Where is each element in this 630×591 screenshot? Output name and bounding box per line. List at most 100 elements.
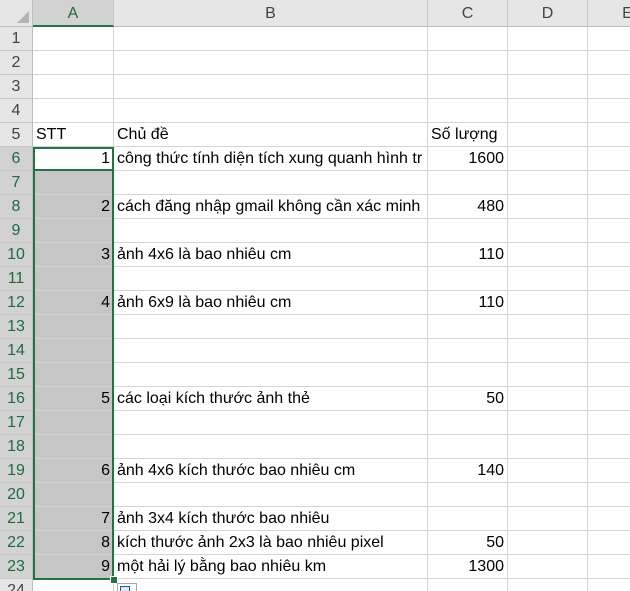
cell-e12[interactable] [588, 291, 630, 315]
cell-a23[interactable]: 9 [33, 555, 114, 579]
cell-c13[interactable] [428, 315, 508, 339]
cell-a20[interactable] [33, 483, 114, 507]
cell-c15[interactable] [428, 363, 508, 387]
cell-e20[interactable] [588, 483, 630, 507]
cell-e14[interactable] [588, 339, 630, 363]
select-all-button[interactable] [0, 0, 33, 27]
cell-c3[interactable] [428, 75, 508, 99]
cell-d16[interactable] [508, 387, 588, 411]
cell-a19[interactable]: 6 [33, 459, 114, 483]
cell-e5[interactable] [588, 123, 630, 147]
cell-e4[interactable] [588, 99, 630, 123]
cell-d12[interactable] [508, 291, 588, 315]
cell-b18[interactable] [114, 435, 428, 459]
cell-b6[interactable]: công thức tính diện tích xung quanh hình… [114, 147, 428, 171]
cell-c5[interactable]: Số lượng [428, 123, 508, 147]
cell-a4[interactable] [33, 99, 114, 123]
cell-d18[interactable] [508, 435, 588, 459]
cell-b14[interactable] [114, 339, 428, 363]
row-header-9[interactable]: 9 [0, 219, 33, 243]
cell-d4[interactable] [508, 99, 588, 123]
cell-c11[interactable] [428, 267, 508, 291]
cell-e21[interactable] [588, 507, 630, 531]
cell-e19[interactable] [588, 459, 630, 483]
cell-c20[interactable] [428, 483, 508, 507]
cell-d15[interactable] [508, 363, 588, 387]
cell-b22[interactable]: kích thước ảnh 2x3 là bao nhiêu pixel [114, 531, 428, 555]
row-header-7[interactable]: 7 [0, 171, 33, 195]
cell-e2[interactable] [588, 51, 630, 75]
row-header-21[interactable]: 21 [0, 507, 33, 531]
cell-e6[interactable] [588, 147, 630, 171]
cell-a21[interactable]: 7 [33, 507, 114, 531]
row-header-19[interactable]: 19 [0, 459, 33, 483]
cell-c10[interactable]: 110 [428, 243, 508, 267]
cell-b17[interactable] [114, 411, 428, 435]
cell-d6[interactable] [508, 147, 588, 171]
cell-b9[interactable] [114, 219, 428, 243]
cell-a18[interactable] [33, 435, 114, 459]
cell-a3[interactable] [33, 75, 114, 99]
cell-b12[interactable]: ảnh 6x9 là bao nhiêu cm [114, 291, 428, 315]
row-header-3[interactable]: 3 [0, 75, 33, 99]
cell-e13[interactable] [588, 315, 630, 339]
cell-a10[interactable]: 3 [33, 243, 114, 267]
cell-e1[interactable] [588, 27, 630, 51]
cell-c16[interactable]: 50 [428, 387, 508, 411]
cell-e23[interactable] [588, 555, 630, 579]
cell-c14[interactable] [428, 339, 508, 363]
cell-d13[interactable] [508, 315, 588, 339]
cell-c1[interactable] [428, 27, 508, 51]
cell-a9[interactable] [33, 219, 114, 243]
cell-c22[interactable]: 50 [428, 531, 508, 555]
cell-c24[interactable] [428, 579, 508, 591]
cell-d2[interactable] [508, 51, 588, 75]
cell-a16[interactable]: 5 [33, 387, 114, 411]
cell-c9[interactable] [428, 219, 508, 243]
cell-b24[interactable] [114, 579, 428, 591]
cell-c4[interactable] [428, 99, 508, 123]
cell-d14[interactable] [508, 339, 588, 363]
row-header-10[interactable]: 10 [0, 243, 33, 267]
cell-d8[interactable] [508, 195, 588, 219]
cell-a1[interactable] [33, 27, 114, 51]
row-header-2[interactable]: 2 [0, 51, 33, 75]
cell-d23[interactable] [508, 555, 588, 579]
row-header-22[interactable]: 22 [0, 531, 33, 555]
row-header-14[interactable]: 14 [0, 339, 33, 363]
row-header-20[interactable]: 20 [0, 483, 33, 507]
row-header-12[interactable]: 12 [0, 291, 33, 315]
cell-d3[interactable] [508, 75, 588, 99]
cell-a17[interactable] [33, 411, 114, 435]
cell-a15[interactable] [33, 363, 114, 387]
cell-d22[interactable] [508, 531, 588, 555]
cell-e15[interactable] [588, 363, 630, 387]
row-header-1[interactable]: 1 [0, 27, 33, 51]
cell-d17[interactable] [508, 411, 588, 435]
cell-a13[interactable] [33, 315, 114, 339]
cell-e18[interactable] [588, 435, 630, 459]
cell-e16[interactable] [588, 387, 630, 411]
cell-c12[interactable]: 110 [428, 291, 508, 315]
row-header-11[interactable]: 11 [0, 267, 33, 291]
row-header-6[interactable]: 6 [0, 147, 33, 171]
cell-b21[interactable]: ảnh 3x4 kích thước bao nhiêu [114, 507, 428, 531]
cell-c21[interactable] [428, 507, 508, 531]
cell-e22[interactable] [588, 531, 630, 555]
cell-e9[interactable] [588, 219, 630, 243]
cell-e17[interactable] [588, 411, 630, 435]
spreadsheet-grid[interactable]: A B C D E 1 2 3 4 5 6 7 8 9 10 11 12 13 … [0, 0, 630, 591]
cell-e3[interactable] [588, 75, 630, 99]
cell-b19[interactable]: ảnh 4x6 kích thước bao nhiêu cm [114, 459, 428, 483]
column-header-a[interactable]: A [33, 0, 114, 27]
cell-d1[interactable] [508, 27, 588, 51]
cell-a14[interactable] [33, 339, 114, 363]
cell-e11[interactable] [588, 267, 630, 291]
cell-c6[interactable]: 1600 [428, 147, 508, 171]
cell-c8[interactable]: 480 [428, 195, 508, 219]
cell-c2[interactable] [428, 51, 508, 75]
column-header-e[interactable]: E [588, 0, 630, 27]
cell-d11[interactable] [508, 267, 588, 291]
cell-b2[interactable] [114, 51, 428, 75]
quick-analysis-button[interactable] [117, 583, 137, 591]
